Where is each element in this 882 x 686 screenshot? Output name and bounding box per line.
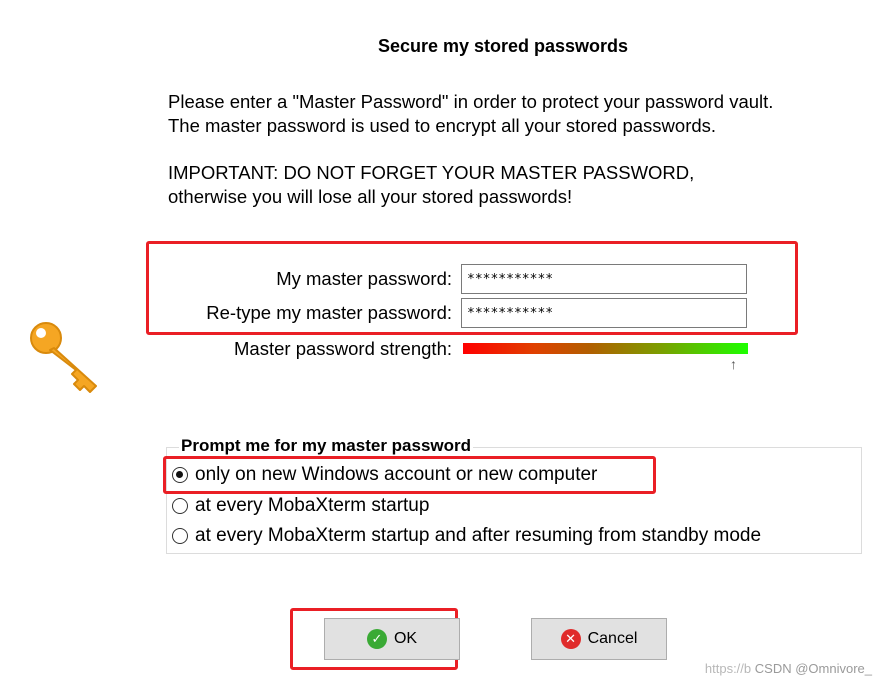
- prompt-group-title: Prompt me for my master password: [179, 436, 474, 456]
- radio-label: at every MobaXterm startup: [195, 495, 430, 516]
- warning-text-line1: IMPORTANT: DO NOT FORGET YOUR MASTER PAS…: [168, 162, 695, 183]
- intro-text-line1: Please enter a "Master Password" in orde…: [168, 91, 774, 112]
- radio-button[interactable]: [172, 528, 188, 544]
- cancel-button-label: Cancel: [587, 630, 638, 647]
- radio-label: at every MobaXterm startup and after res…: [195, 525, 762, 546]
- strength-marker-arrow-icon: ↑: [730, 356, 737, 372]
- intro-text-line2: The master password is used to encrypt a…: [168, 115, 717, 136]
- warning-text-line2: otherwise you will lose all your stored …: [168, 186, 573, 207]
- radio-option-startup-and-standby[interactable]: at every MobaXterm startup and after res…: [172, 525, 761, 547]
- dialog-title: Secure my stored passwords: [377, 36, 629, 56]
- close-icon: ✕: [560, 629, 581, 649]
- password-strength-meter: [463, 343, 748, 354]
- watermark-csdn: CSDN @Omnivore_: [754, 661, 872, 676]
- watermark: https://b CSDN @Omnivore_: [705, 661, 872, 676]
- ok-button[interactable]: ✓ OK: [324, 618, 460, 660]
- cancel-button[interactable]: ✕ Cancel: [531, 618, 667, 660]
- checkmark-icon: ✓: [366, 629, 387, 649]
- watermark-faint: https://b: [704, 661, 752, 676]
- master-password-label: My master password:: [276, 268, 452, 289]
- radio-option-highlight: [163, 456, 656, 494]
- key-icon: [26, 318, 102, 394]
- radio-option-every-startup[interactable]: at every MobaXterm startup: [172, 495, 429, 517]
- password-strength-label: Master password strength:: [234, 338, 452, 359]
- retype-password-label: Re-type my master password:: [206, 302, 452, 323]
- ok-button-label: OK: [393, 630, 418, 647]
- radio-button[interactable]: [172, 498, 188, 514]
- master-password-field[interactable]: [461, 264, 747, 294]
- retype-password-field[interactable]: [461, 298, 747, 328]
